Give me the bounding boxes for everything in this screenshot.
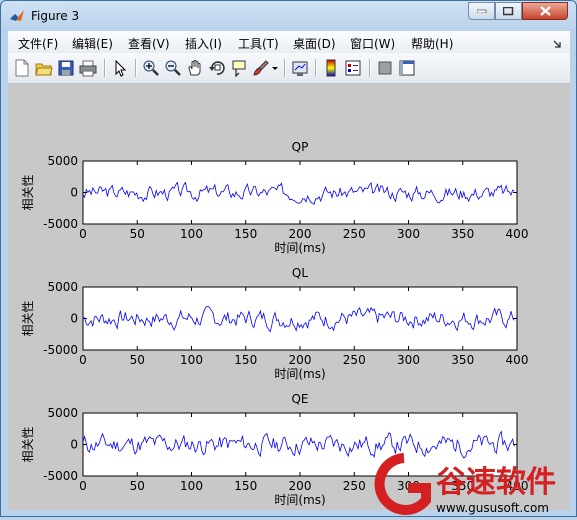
toolbar-separator	[284, 59, 286, 77]
x-tick-label: 250	[343, 227, 366, 241]
plots-svg: QP时间(ms)相关性0 50 100 150 200 250 300 350 40050000…	[21, 140, 529, 507]
y-tick-label: 5000	[47, 154, 78, 168]
maximize-icon	[503, 6, 514, 15]
y-tick-label: 0	[70, 438, 78, 452]
minimize-icon	[476, 9, 486, 13]
y-tick-label: 5000	[47, 406, 78, 420]
figure-window: Figure 3 文件(F) 编辑(E) 查看(V) 插入(I) 工具(T) 桌…	[0, 0, 577, 517]
x-tick-label: 350	[451, 353, 474, 367]
zoom-out-icon[interactable]	[164, 59, 182, 77]
edit-plot-arrow-icon[interactable]	[111, 59, 129, 77]
rotate-3d-icon[interactable]	[208, 59, 226, 77]
x-tick-label: 200	[289, 353, 312, 367]
close-icon	[539, 6, 551, 16]
x-tick-label: 50	[130, 479, 145, 493]
x-tick-label: 150	[234, 227, 257, 241]
window-title: Figure 3	[31, 9, 80, 23]
x-tick-label: 400	[506, 227, 529, 241]
y-axis-label: 相关性	[21, 426, 35, 462]
x-tick-label: 0	[79, 353, 87, 367]
legend-icon[interactable]	[344, 59, 362, 77]
toolbar-separator	[104, 59, 106, 77]
toolbar-separator	[315, 59, 317, 77]
brush-dropdown-icon[interactable]	[271, 59, 279, 77]
menu-edit[interactable]: 编辑(E)	[72, 35, 113, 52]
open-file-icon[interactable]	[35, 59, 53, 77]
x-tick-label: 150	[234, 479, 257, 493]
y-tick-label: 5000	[47, 280, 78, 294]
figure-toolbar	[8, 53, 570, 84]
x-tick-label: 0	[79, 479, 87, 493]
watermark-url: www.gususoft.com	[436, 501, 549, 515]
y-tick-label: -5000	[43, 469, 78, 483]
print-icon[interactable]	[79, 59, 97, 77]
watermark-logo: 谷速软件 www.gususoft.com	[374, 453, 556, 515]
matlab-logo-icon	[9, 8, 25, 24]
x-tick-label: 50	[130, 353, 145, 367]
hide-plot-tools-icon[interactable]	[376, 59, 394, 77]
plot-title: QE	[291, 392, 308, 406]
new-figure-icon[interactable]	[13, 59, 31, 77]
menu-desktop[interactable]: 桌面(D)	[293, 35, 336, 52]
menu-help[interactable]: 帮助(H)	[411, 35, 453, 52]
menu-view[interactable]: 查看(V)	[128, 35, 170, 52]
x-tick-label: 200	[289, 227, 312, 241]
link-plot-icon[interactable]	[291, 59, 309, 77]
y-tick-label: -5000	[43, 343, 78, 357]
dock-arrow-icon[interactable]	[553, 37, 562, 51]
menu-window[interactable]: 窗口(W)	[350, 35, 395, 52]
brush-icon[interactable]	[252, 59, 270, 77]
y-tick-label: 0	[70, 186, 78, 200]
figure-canvas: QP 时间(ms) 相关性 0 50 100 150 200 250 300 350 400 5000 0…	[8, 84, 570, 510]
menu-tools[interactable]: 工具(T)	[238, 35, 279, 52]
y-axis-label: 相关性	[21, 300, 35, 336]
toolbar-separator	[135, 59, 137, 77]
maximize-button[interactable]	[495, 2, 522, 20]
x-axis-label: 时间(ms)	[274, 367, 325, 381]
x-tick-label: 100	[180, 479, 203, 493]
x-tick-label: 300	[397, 353, 420, 367]
y-tick-label: 0	[70, 312, 78, 326]
minimize-button[interactable]	[468, 2, 495, 20]
x-tick-label: 50	[130, 227, 145, 241]
show-plot-tools-icon[interactable]	[398, 59, 416, 77]
menu-insert[interactable]: 插入(I)	[185, 35, 222, 52]
plot-title: QP	[292, 140, 309, 154]
menu-file[interactable]: 文件(F)	[18, 35, 58, 52]
menu-bar: 文件(F) 编辑(E) 查看(V) 插入(I) 工具(T) 桌面(D) 窗口(W…	[8, 31, 570, 53]
x-tick-label: 0	[79, 227, 87, 241]
x-axis-label: 时间(ms)	[274, 493, 325, 507]
data-cursor-icon[interactable]	[230, 59, 248, 77]
x-tick-label: 150	[234, 353, 257, 367]
x-tick-label: 400	[506, 353, 529, 367]
watermark: 谷速软件 www.gususoft.com	[366, 450, 577, 517]
y-axis-label: 相关性	[21, 174, 35, 210]
plot-title: QL	[292, 266, 308, 280]
x-tick-label: 200	[289, 479, 312, 493]
zoom-in-icon[interactable]	[142, 59, 160, 77]
x-tick-label: 350	[451, 227, 474, 241]
x-tick-label: 100	[180, 353, 203, 367]
x-tick-label: 100	[180, 227, 203, 241]
toolbar-separator	[369, 59, 371, 77]
figure-client-area: 文件(F) 编辑(E) 查看(V) 插入(I) 工具(T) 桌面(D) 窗口(W…	[8, 31, 570, 510]
x-tick-label: 300	[397, 227, 420, 241]
x-tick-label: 250	[343, 353, 366, 367]
x-axis-label: 时间(ms)	[274, 241, 325, 255]
plot-area-QL	[82, 286, 518, 351]
colorbar-icon[interactable]	[322, 59, 340, 77]
watermark-text: 谷速软件	[436, 465, 556, 500]
save-icon[interactable]	[57, 59, 75, 77]
close-button[interactable]	[522, 2, 568, 20]
pan-hand-icon[interactable]	[186, 59, 204, 77]
title-bar[interactable]: Figure 3	[1, 1, 576, 31]
x-tick-label: 250	[343, 479, 366, 493]
y-tick-label: -5000	[43, 217, 78, 231]
